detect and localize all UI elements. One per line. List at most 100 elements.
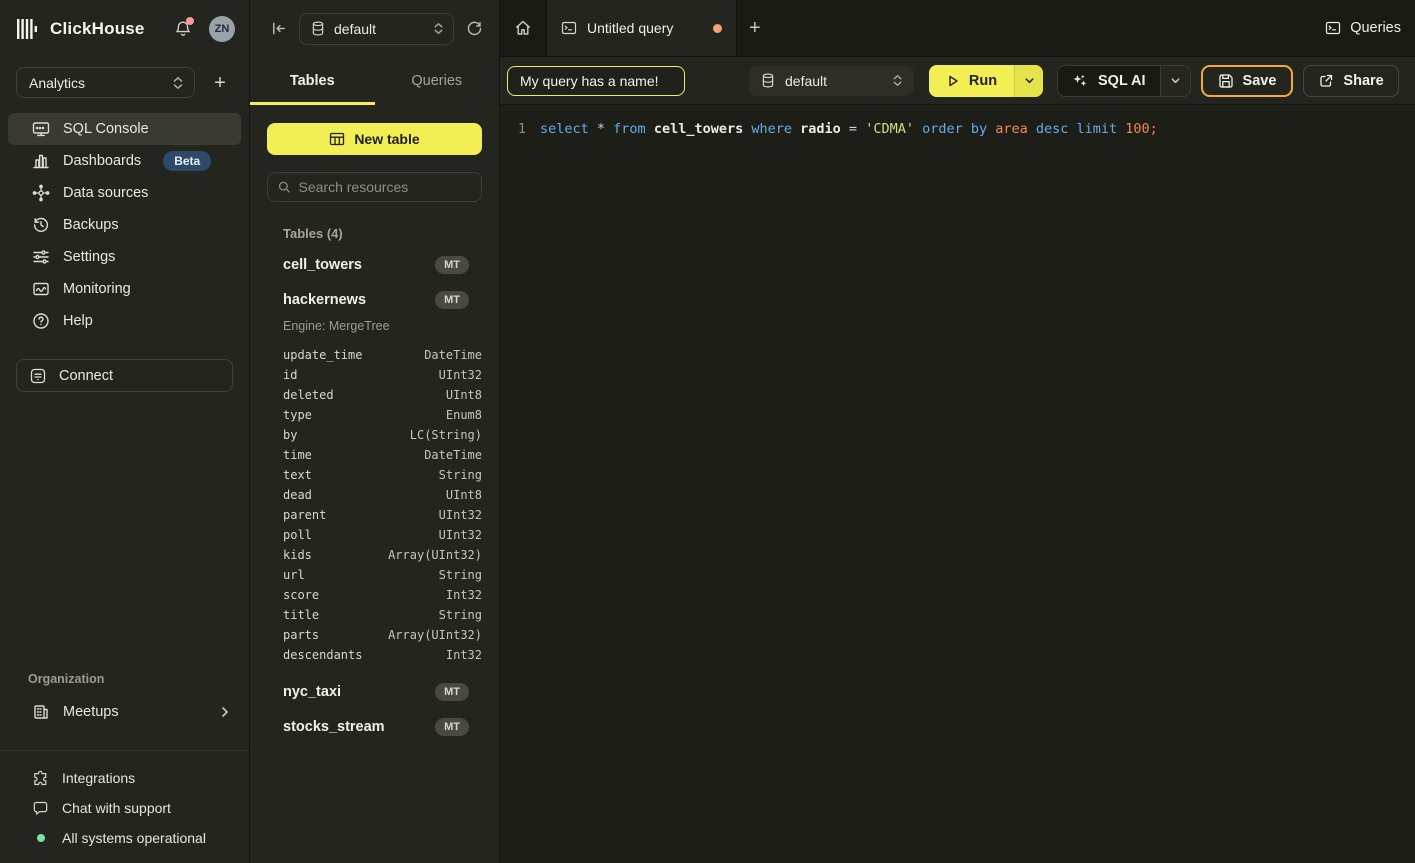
column-type: Array(UInt32) — [388, 548, 482, 562]
backups-icon — [32, 216, 50, 234]
terminal-icon — [561, 20, 577, 36]
connect-label: Connect — [59, 368, 113, 384]
database-selector[interactable]: default — [299, 13, 454, 45]
column-row: id UInt32 — [267, 365, 482, 385]
tab-queries[interactable]: Queries — [375, 57, 500, 105]
chat-support-item[interactable]: Chat with support — [8, 793, 241, 823]
run-button[interactable]: Run — [929, 65, 1043, 97]
chevron-updown-icon — [433, 22, 444, 35]
column-type: Int32 — [446, 648, 482, 662]
column-type: Int32 — [446, 588, 482, 602]
settings-sliders-icon — [32, 248, 50, 266]
column-row: kids Array(UInt32) — [267, 545, 482, 565]
sql-ai-chevron[interactable] — [1160, 66, 1190, 96]
tab-tables[interactable]: Tables — [250, 57, 375, 105]
sidebar-item-monitoring[interactable]: Monitoring — [8, 273, 241, 305]
run-button-main[interactable]: Run — [929, 65, 1014, 97]
share-button[interactable]: Share — [1303, 65, 1398, 97]
explorer-topbar: default — [250, 0, 499, 57]
table-row-hackernews[interactable]: hackernews MT — [267, 291, 482, 309]
integrations-item[interactable]: Integrations — [8, 763, 241, 793]
table-row-nyc-taxi[interactable]: nyc_taxi MT — [267, 683, 482, 701]
sidebar-item-settings[interactable]: Settings — [8, 241, 241, 273]
column-name: parts — [283, 628, 319, 642]
sidebar-item-sql-console[interactable]: SQL Console — [8, 113, 241, 145]
add-service-button[interactable]: + — [207, 70, 233, 96]
sql-editor[interactable]: 1 select * from cell_towers where radio … — [500, 105, 1415, 863]
table-row-cell-towers[interactable]: cell_towers MT — [267, 256, 482, 274]
column-type: UInt32 — [439, 528, 482, 542]
home-icon — [514, 19, 532, 37]
service-selector[interactable]: Analytics — [16, 67, 195, 98]
column-type: LC(String) — [410, 428, 482, 442]
beta-badge: Beta — [163, 151, 211, 171]
collapse-sidebar-icon[interactable] — [270, 20, 287, 37]
connect-icon — [30, 368, 46, 384]
table-name: stocks_stream — [283, 719, 435, 735]
notification-dot — [186, 17, 194, 25]
sidebar-item-help[interactable]: Help — [8, 305, 241, 337]
column-name: time — [283, 448, 312, 462]
table-grid-icon — [329, 131, 345, 147]
share-icon — [1318, 73, 1334, 89]
sidebar-item-dashboards[interactable]: Dashboards Beta — [8, 145, 241, 177]
column-row: poll UInt32 — [267, 525, 482, 545]
save-button[interactable]: Save — [1201, 65, 1294, 97]
new-table-button[interactable]: New table — [267, 123, 482, 155]
sidebar-item-label: Monitoring — [63, 281, 131, 297]
column-type: String — [439, 468, 482, 482]
explorer-body: New table Tables (4) cell_towers MT hack… — [250, 105, 499, 863]
column-name: descendants — [283, 648, 362, 662]
sql-ai-main[interactable]: SQL AI — [1058, 66, 1160, 96]
sidebar-item-backups[interactable]: Backups — [8, 209, 241, 241]
sql-ai-button[interactable]: SQL AI — [1057, 65, 1191, 97]
footer-item-label: All systems operational — [62, 830, 206, 846]
column-name: deleted — [283, 388, 334, 402]
sidebar-item-meetups[interactable]: Meetups — [8, 696, 241, 728]
sql-token: cell_towers — [654, 121, 752, 137]
table-name: cell_towers — [283, 257, 435, 273]
table-name: nyc_taxi — [283, 684, 435, 700]
sql-token: from — [613, 121, 654, 137]
refresh-icon[interactable] — [466, 20, 483, 37]
search-input[interactable] — [299, 179, 471, 195]
sidebar: ClickHouse ZN Analytics + SQL Console — [0, 0, 250, 863]
system-status-item[interactable]: All systems operational — [8, 823, 241, 853]
database-selector-value: default — [334, 21, 424, 37]
column-name: update_time — [283, 348, 362, 362]
queries-list-button[interactable]: Queries — [1325, 20, 1401, 36]
column-row: time DateTime — [267, 445, 482, 465]
queries-button-label: Queries — [1350, 20, 1401, 36]
engine-badge: MT — [435, 718, 469, 736]
query-tabstrip: Untitled query + Queries — [500, 0, 1415, 57]
save-label: Save — [1243, 73, 1277, 89]
search-box — [267, 172, 482, 202]
toolbar-database-selector[interactable]: default — [749, 66, 914, 96]
help-icon — [32, 312, 50, 330]
column-name: url — [283, 568, 305, 582]
column-type: String — [439, 608, 482, 622]
sidebar-item-label: Meetups — [63, 704, 119, 720]
connect-button[interactable]: Connect — [16, 359, 233, 392]
sql-token: desc limit — [1036, 121, 1125, 137]
database-icon — [761, 73, 775, 88]
service-selector-value: Analytics — [29, 75, 164, 91]
query-tab-untitled[interactable]: Untitled query — [547, 0, 737, 56]
home-button[interactable] — [500, 0, 547, 56]
data-sources-icon — [32, 184, 50, 202]
sparkles-icon — [1072, 73, 1088, 89]
column-row: text String — [267, 465, 482, 485]
sidebar-item-data-sources[interactable]: Data sources — [8, 177, 241, 209]
new-query-tab-button[interactable]: + — [749, 17, 761, 40]
sql-token: 100; — [1125, 121, 1158, 137]
notifications-bell-icon[interactable] — [171, 17, 195, 41]
query-name-input[interactable] — [507, 66, 685, 96]
run-options-chevron[interactable] — [1014, 65, 1043, 97]
status-dot-icon — [32, 830, 49, 847]
footer-item-label: Chat with support — [62, 800, 171, 816]
avatar[interactable]: ZN — [209, 16, 235, 42]
explorer-panel: default Tables Queries New table Tables … — [250, 0, 500, 863]
clickhouse-logo-icon — [16, 18, 38, 40]
table-row-stocks-stream[interactable]: stocks_stream MT — [267, 718, 482, 736]
sql-ai-label: SQL AI — [1098, 73, 1146, 89]
